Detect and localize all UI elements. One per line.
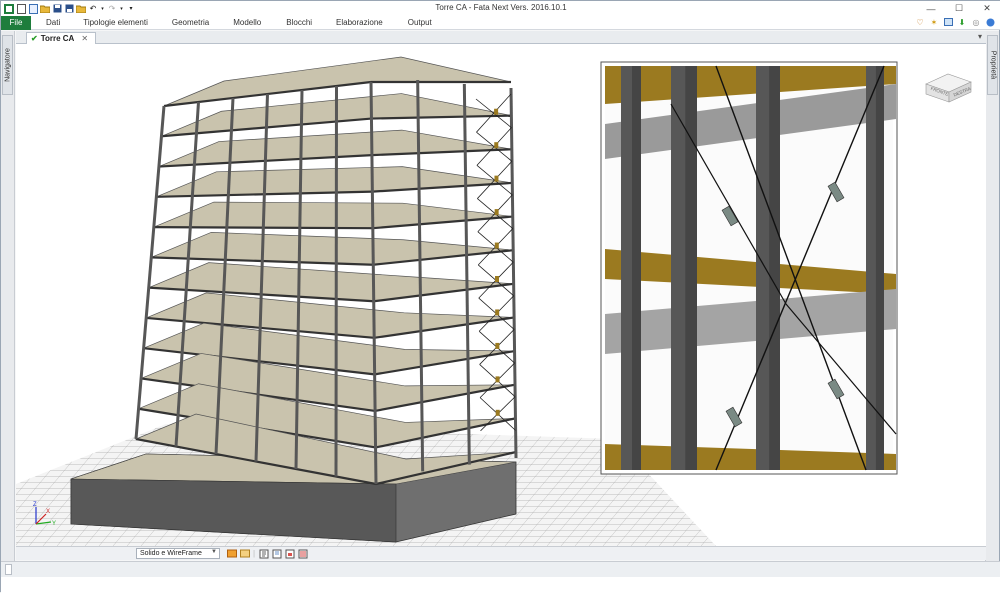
document-close-icon[interactable]: ✕ [81,34,88,43]
detail-inset-view [600,61,898,475]
document-tab-torre-ca[interactable]: ✔ Torre CA ✕ [26,32,96,44]
help-icon[interactable] [985,17,995,27]
redo-icon[interactable]: ↷ [107,4,117,14]
window-title: Torre CA - Fata Next Vers. 2016.10.1 [435,3,567,12]
export-pdf-icon[interactable] [297,548,308,559]
structure-3d-view[interactable]: Z Y X FRONTE DESTRA [16,44,986,546]
tab-geometria[interactable]: Geometria [172,16,209,30]
properties-tab[interactable]: Proprietà [987,35,998,95]
redo-dropdown-icon[interactable]: ▾ [119,4,124,14]
ribbon-options-icon[interactable]: ♡ [915,17,925,27]
new-file-icon[interactable] [28,3,38,14]
svg-text:X: X [46,509,50,515]
open-folder-icon[interactable] [40,4,50,14]
tab-modello[interactable]: Modello [233,16,261,30]
application-window: ↶ ▾ ↷ ▾ ▾ Torre CA - Fata Next Vers. 201… [0,0,1000,593]
print-icon[interactable] [258,548,269,559]
ribbon-right-tools: ♡ ✶ ⬇ ◎ [915,17,995,27]
view-toolbar-icons: | [226,548,308,559]
save-as-icon[interactable] [64,4,74,14]
tools-icon[interactable]: ✶ [929,17,939,27]
quick-access-toolbar: ↶ ▾ ↷ ▾ ▾ [1,3,136,14]
tab-list-dropdown-icon[interactable]: ▾ [978,32,982,41]
save-icon[interactable] [52,4,62,14]
navigator-tab[interactable]: Navigatore [2,35,13,95]
download-update-icon[interactable]: ⬇ [957,17,967,27]
separator-icon: | [252,549,256,558]
status-bar [1,561,1000,577]
customize-icon[interactable]: ▾ [126,4,136,14]
minimize-icon[interactable]: — [917,1,945,16]
title-bar: ↶ ▾ ↷ ▾ ▾ Torre CA - Fata Next Vers. 201… [1,1,1000,16]
tab-dati[interactable]: Dati [46,16,60,30]
floor-slab [153,201,513,229]
ribbon-tab-bar: File Dati Tipologie elementi Geometria M… [1,15,1000,30]
chevron-down-icon: ▼ [211,549,217,555]
image-icon[interactable] [943,17,953,27]
svg-text:Y: Y [52,521,56,527]
navigator-panel: Navigatore [1,31,15,566]
tab-elaborazione[interactable]: Elaborazione [336,16,383,30]
app-icon [4,3,14,14]
settings-icon[interactable]: ◎ [971,17,981,27]
building-model[interactable] [70,56,518,543]
3d-viewport[interactable]: Z Y X FRONTE DESTRA [16,44,986,546]
view-toolbar: Solido e WireFrame ▼ | [16,546,986,560]
undo-icon[interactable]: ↶ [88,4,98,14]
svg-text:Z: Z [33,502,37,508]
export-icon[interactable] [76,4,86,14]
bottom-band [1,577,1000,593]
undo-dropdown-icon[interactable]: ▾ [100,4,105,14]
status-field [5,564,12,575]
file-tab[interactable]: File [1,15,31,30]
export-image-icon[interactable] [284,548,295,559]
window-controls: — ☐ ✕ [917,1,1000,16]
new-doc-icon[interactable] [16,3,26,14]
close-icon[interactable]: ✕ [973,1,1000,16]
table-icon[interactable] [239,548,250,559]
print-preview-icon[interactable] [271,548,282,559]
document-tab-label: Torre CA [40,34,75,43]
tab-tipologie-elementi[interactable]: Tipologie elementi [83,16,148,30]
render-mode-select[interactable]: Solido e WireFrame ▼ [136,548,220,559]
tab-blocchi[interactable]: Blocchi [286,16,312,30]
document-tab-strip: ✔ Torre CA ✕ ▾ [16,31,986,44]
view-cube[interactable]: FRONTE DESTRA [925,73,972,103]
maximize-icon[interactable]: ☐ [945,1,973,16]
layers-icon[interactable] [226,548,237,559]
tab-output[interactable]: Output [408,16,432,30]
properties-panel: Proprietà [985,31,999,566]
document-check-icon: ✔ [31,34,38,43]
